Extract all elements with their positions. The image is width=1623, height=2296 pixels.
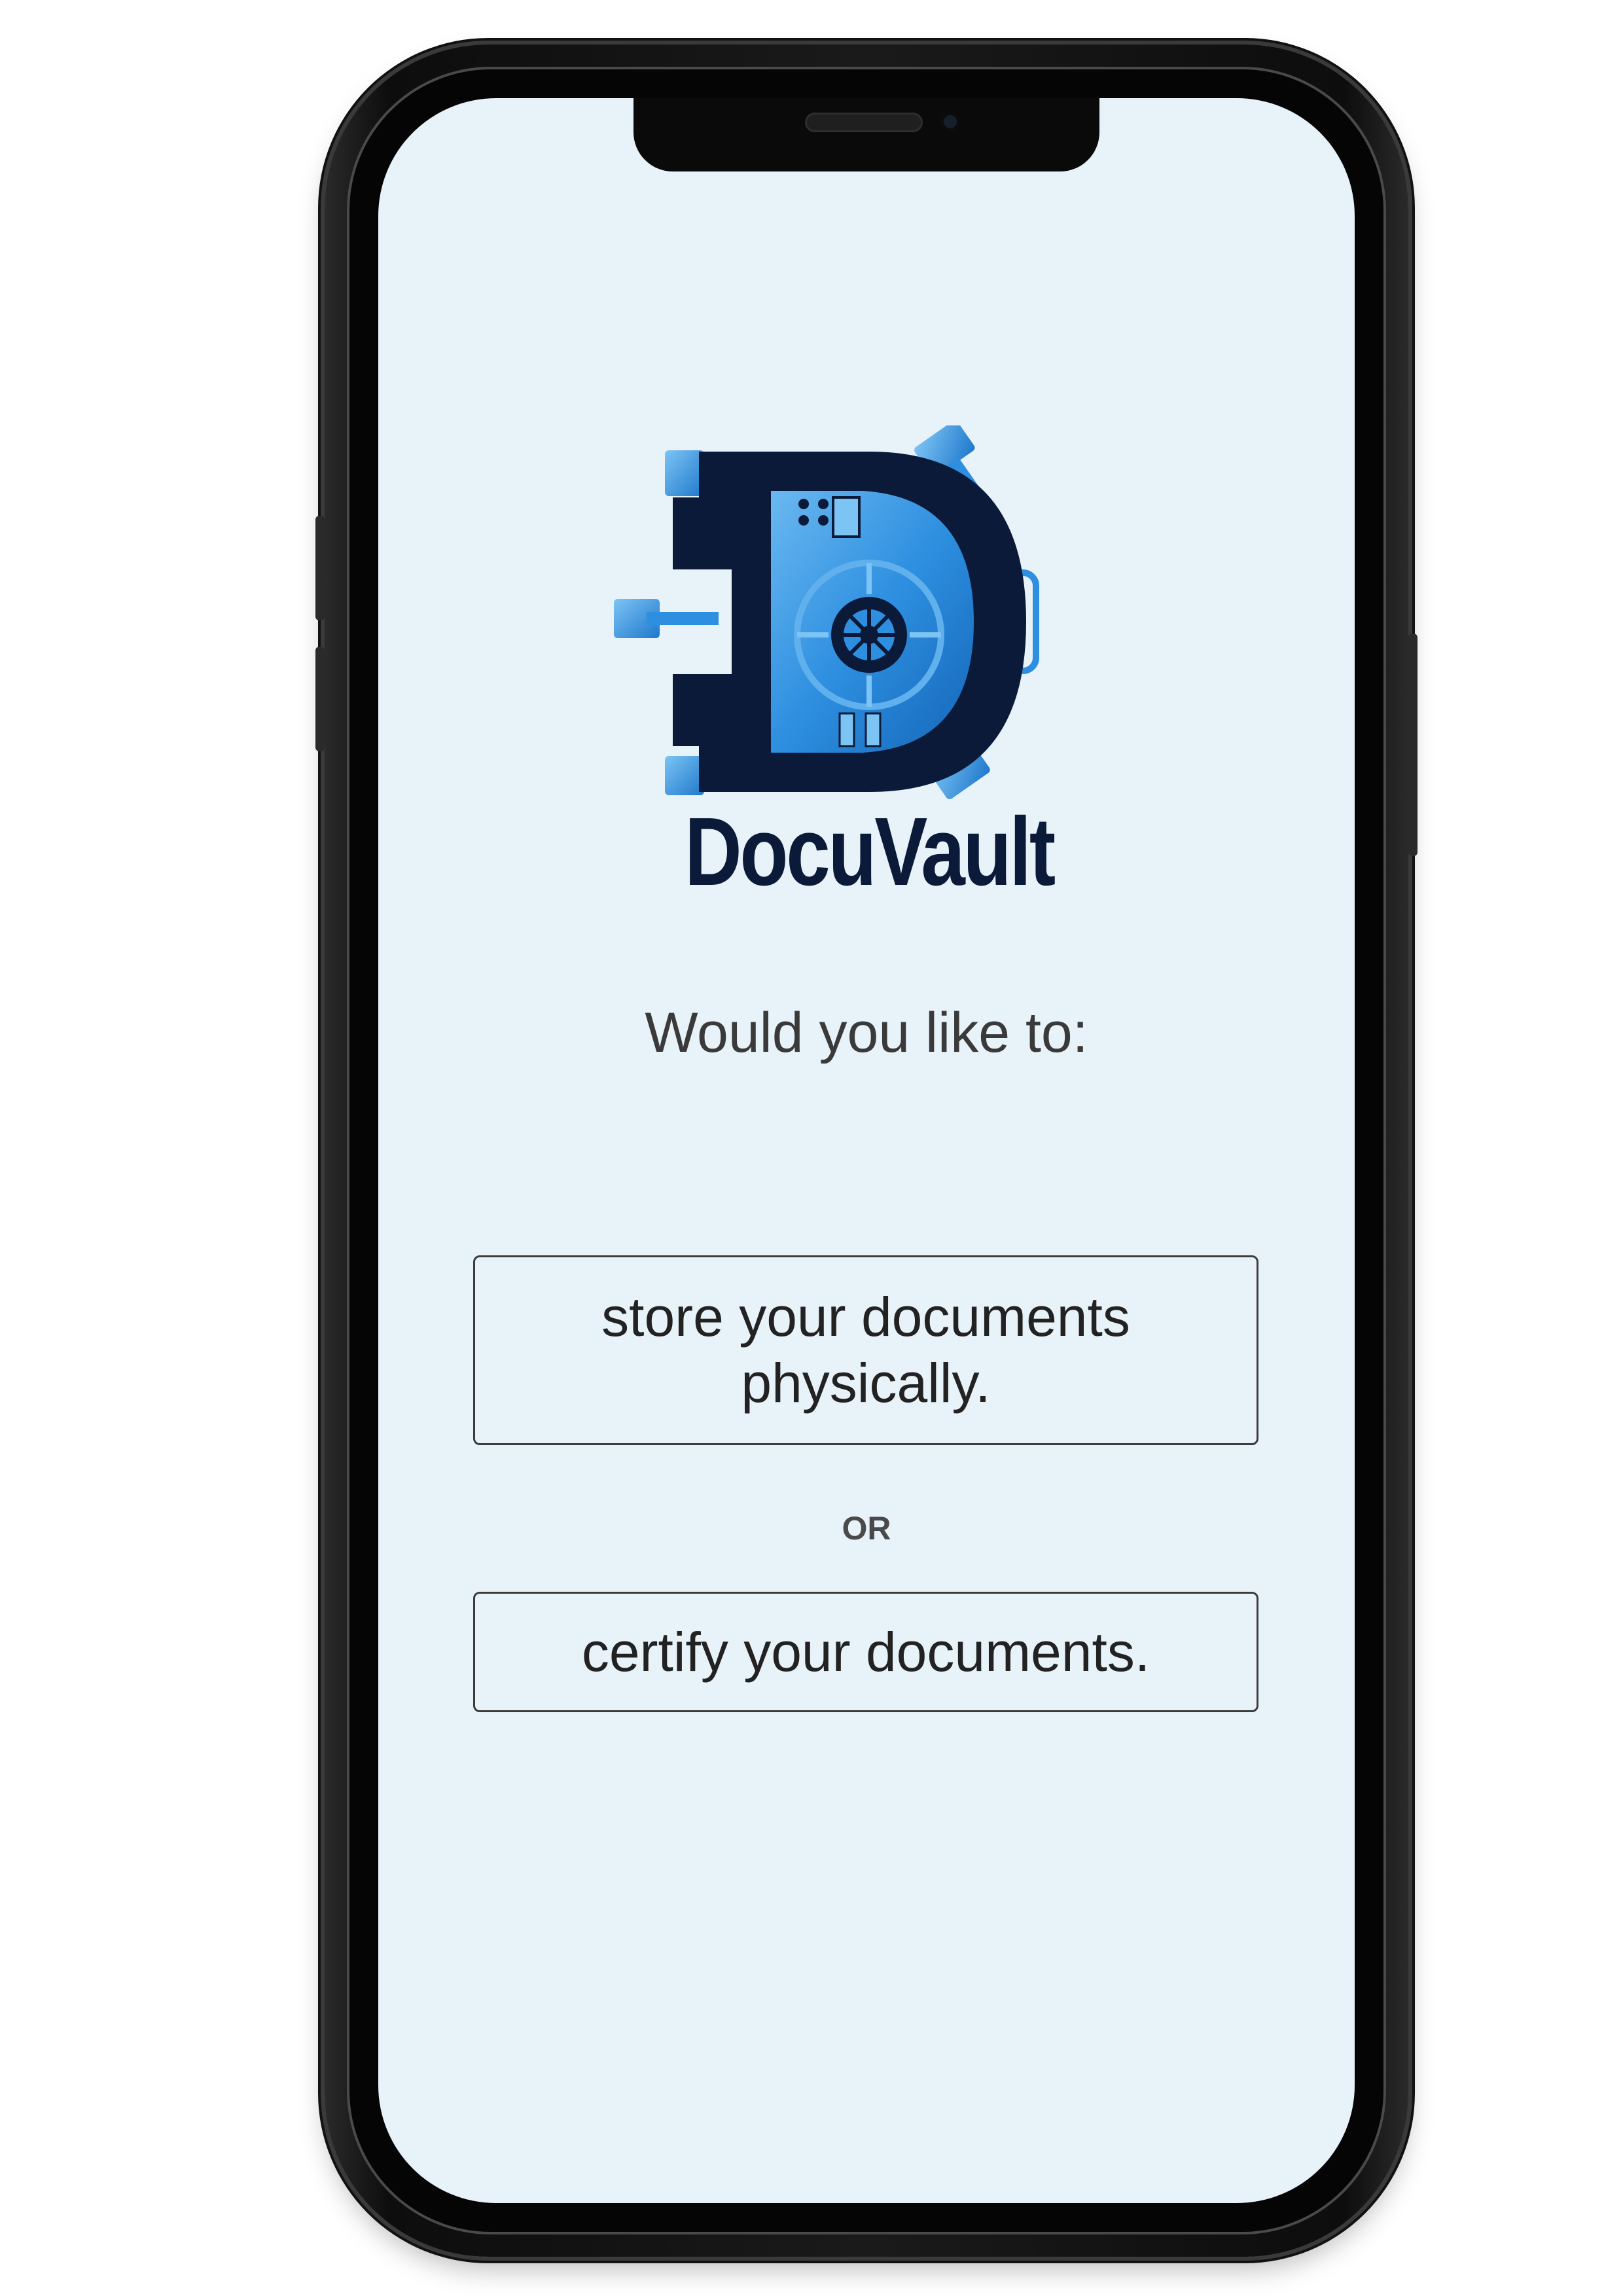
app-logo: DocuVault (607, 425, 1131, 901)
or-separator: OR (842, 1510, 891, 1547)
volume-button-up (315, 516, 325, 620)
store-physically-label: store your documents physically. (601, 1286, 1130, 1414)
prompt-text: Would you like to: (645, 1001, 1088, 1064)
camera-icon (941, 113, 959, 131)
vault-door-d-logo-icon (614, 425, 1039, 800)
certify-documents-label: certify your documents. (581, 1621, 1150, 1683)
notch (633, 98, 1099, 171)
phone-frame: DocuVault Would you like to: store your … (315, 45, 1418, 2257)
brand-name: DocuVault (685, 798, 1056, 906)
speaker-icon (805, 113, 923, 132)
store-physically-button[interactable]: store your documents physically. (473, 1255, 1258, 1445)
phone-screen: DocuVault Would you like to: store your … (378, 98, 1355, 2203)
side-button (1408, 634, 1418, 856)
certify-documents-button[interactable]: certify your documents. (473, 1592, 1258, 1712)
stage: DocuVault Would you like to: store your … (0, 0, 1623, 2296)
volume-button-down (315, 647, 325, 751)
